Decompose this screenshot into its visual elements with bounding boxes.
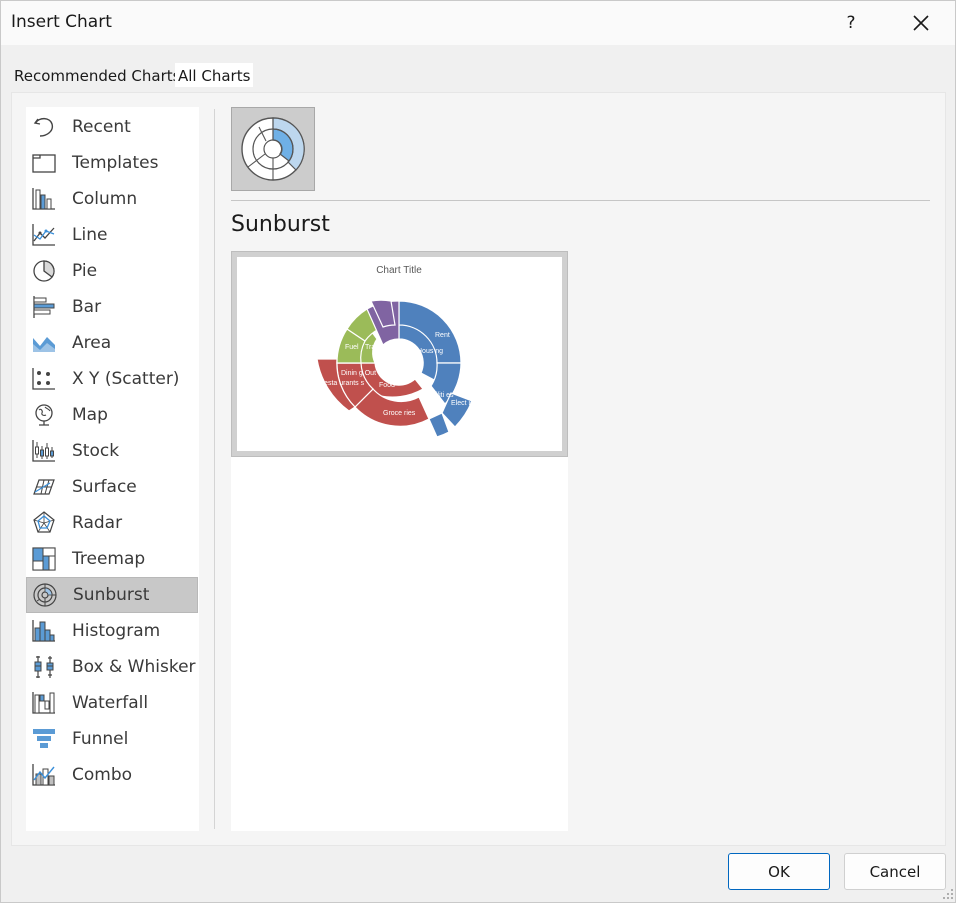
chart-type-stock[interactable]: Stock — [26, 433, 198, 469]
label-rent: Rent — [435, 332, 450, 339]
chart-type-label: Area — [72, 333, 112, 353]
chart-type-label: Bar — [72, 297, 102, 317]
dialog-title: Insert Chart — [11, 12, 112, 32]
chart-type-waterfall[interactable]: Waterfall — [26, 685, 198, 721]
surface-chart-icon — [30, 473, 58, 501]
box-whisker-chart-icon — [30, 653, 58, 681]
ok-button[interactable]: OK — [728, 853, 830, 890]
tab-all-charts[interactable]: All Charts — [175, 63, 254, 87]
chart-type-label: Funnel — [72, 729, 129, 749]
tab-recommended-charts[interactable]: Recommended Charts — [11, 63, 183, 87]
chart-type-label: Combo — [72, 765, 133, 785]
sunburst-subtype-option[interactable] — [231, 107, 315, 191]
sunburst-subtype-icon — [241, 117, 305, 181]
chart-type-label: Radar — [72, 513, 123, 533]
pane-divider — [214, 109, 215, 829]
stock-chart-icon — [30, 437, 58, 465]
chart-type-label: Map — [72, 405, 108, 425]
chart-type-recent[interactable]: Recent — [26, 109, 198, 145]
label-transport: Trans port — [365, 344, 397, 351]
area-chart-icon — [30, 329, 58, 357]
preview-column: Chart Title Hous ng Rent Utiliti es Elec… — [231, 251, 568, 831]
chart-type-treemap[interactable]: Treemap — [26, 541, 198, 577]
close-icon — [913, 15, 929, 31]
chart-type-label: Surface — [72, 477, 137, 497]
chart-type-label: Waterfall — [72, 693, 149, 713]
separator-line — [231, 200, 930, 201]
funnel-chart-icon — [30, 725, 58, 753]
label-housing: Hous ng — [417, 348, 443, 355]
pie-chart-icon — [30, 257, 58, 285]
help-button[interactable]: ? — [835, 1, 867, 45]
insert-chart-dialog: Insert Chart ? Recommended Charts All Ch… — [0, 0, 956, 903]
chart-type-map[interactable]: Map — [26, 397, 198, 433]
chart-type-label: Stock — [72, 441, 120, 461]
histogram-chart-icon — [30, 617, 58, 645]
chart-type-box-whisker[interactable]: Box & Whisker — [26, 649, 198, 685]
preview-canvas: Chart Title Hous ng Rent Utiliti es Elec… — [237, 257, 562, 451]
chart-type-label: Column — [72, 189, 138, 209]
chart-type-bar[interactable]: Bar — [26, 289, 198, 325]
templates-icon — [30, 149, 58, 177]
chart-type-area[interactable]: Area — [26, 325, 198, 361]
label-dining-out: Dinin g Out — [341, 370, 376, 377]
chart-type-combo[interactable]: Combo — [26, 757, 198, 793]
line-chart-icon — [30, 221, 58, 249]
chart-type-line[interactable]: Line — [26, 217, 198, 253]
bar-chart-icon — [30, 293, 58, 321]
preview-chart-title: Chart Title — [376, 265, 422, 276]
chart-type-scatter[interactable]: X Y (Scatter) — [26, 361, 198, 397]
chart-type-list: Recent Templates Column Line Pie Bar Are… — [26, 107, 199, 831]
radar-chart-icon — [30, 509, 58, 537]
chart-type-templates[interactable]: Templates — [26, 145, 198, 181]
chart-type-label: Pie — [72, 261, 98, 281]
label-fuel: Fuel — [345, 344, 359, 351]
chart-type-label: X Y (Scatter) — [72, 369, 180, 389]
chart-type-label: Recent — [72, 117, 131, 137]
close-button[interactable] — [901, 1, 941, 45]
chart-type-label: Box & Whisker — [72, 657, 196, 677]
tab-content-panel: Recent Templates Column Line Pie Bar Are… — [11, 92, 946, 846]
combo-chart-icon — [30, 761, 58, 789]
chart-type-label: Sunburst — [73, 585, 150, 605]
label-groceries: Groce ries — [383, 410, 416, 417]
scatter-chart-icon — [30, 365, 58, 393]
cancel-button[interactable]: Cancel — [844, 853, 946, 890]
waterfall-chart-icon — [30, 689, 58, 717]
chart-type-label: Treemap — [72, 549, 146, 569]
chart-subtype-title: Sunburst — [231, 212, 330, 237]
recent-icon — [30, 113, 58, 141]
map-chart-icon — [30, 401, 58, 429]
label-utilities: Utiliti es — [429, 392, 454, 399]
chart-type-column[interactable]: Column — [26, 181, 198, 217]
chart-type-sunburst[interactable]: Sunburst — [26, 577, 198, 613]
title-bar: Insert Chart ? — [1, 1, 955, 45]
chart-type-surface[interactable]: Surface — [26, 469, 198, 505]
sunburst-chart-icon — [31, 581, 59, 609]
chart-type-label: Line — [72, 225, 108, 245]
chart-type-label: Histogram — [72, 621, 161, 641]
chart-type-label: Templates — [72, 153, 159, 173]
chart-type-funnel[interactable]: Funnel — [26, 721, 198, 757]
label-food: Food — [379, 382, 395, 389]
sunburst-preview[interactable]: Chart Title Hous ng Rent Utiliti es Elec… — [231, 251, 568, 457]
chart-type-histogram[interactable]: Histogram — [26, 613, 198, 649]
sunburst-preview-chart: Chart Title Hous ng Rent Utiliti es Elec… — [316, 265, 481, 438]
resize-grip-icon[interactable] — [940, 886, 954, 900]
treemap-chart-icon — [30, 545, 58, 573]
column-chart-icon — [30, 185, 58, 213]
label-restaurants: Resta urants s — [319, 380, 365, 387]
label-electricity: Elect icity — [451, 400, 481, 407]
chart-type-radar[interactable]: Radar — [26, 505, 198, 541]
chart-type-pie[interactable]: Pie — [26, 253, 198, 289]
